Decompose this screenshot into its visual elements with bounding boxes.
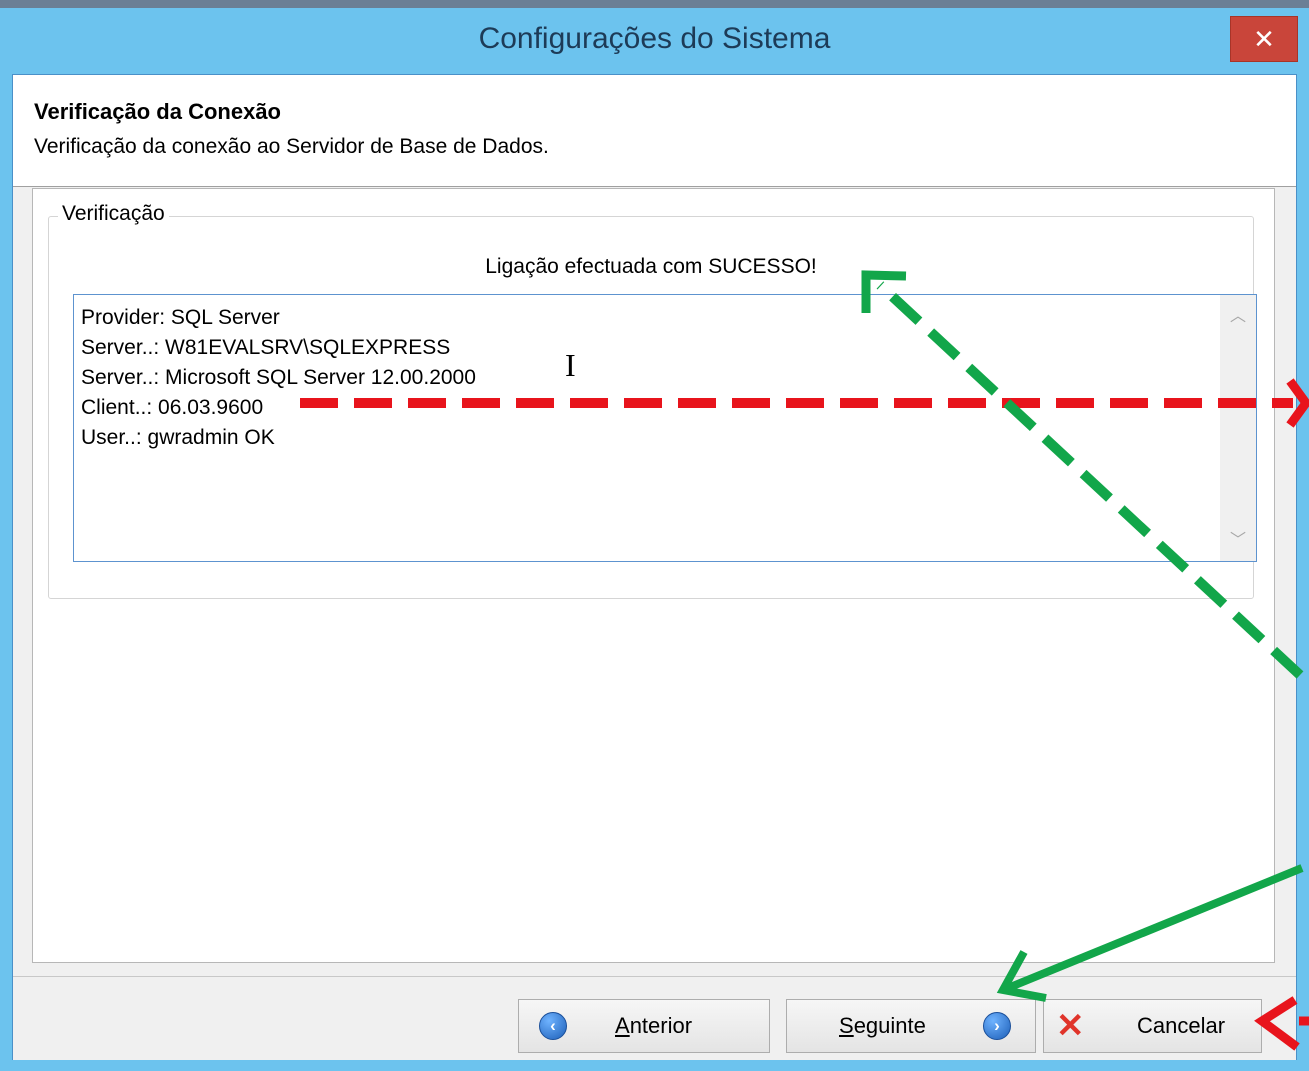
background-strip <box>0 0 1309 8</box>
wizard-body: Verificação Ligação efectuada com SUCESS… <box>32 188 1275 963</box>
previous-button[interactable]: ‹ Anterior <box>518 999 770 1053</box>
scroll-down-arrow-icon[interactable]: ﹀ <box>1220 527 1256 555</box>
arrow-left-circle-icon: ‹ <box>539 1012 567 1040</box>
memo-scrollbar[interactable]: ︿ ﹀ <box>1220 295 1256 561</box>
next-button-label: Seguinte <box>839 1013 926 1039</box>
log-line-client: Client..: 06.03.9600 <box>81 396 264 419</box>
log-line-user: User..: gwradmin OK <box>81 426 275 449</box>
verification-groupbox: Verificação Ligação efectuada com SUCESS… <box>48 202 1257 599</box>
cancel-button-label: Cancelar <box>1137 1013 1226 1038</box>
close-button[interactable]: ✕ <box>1230 16 1298 62</box>
wizard-footer: ‹ Anterior Seguinte › ✕ Cancelar <box>13 976 1296 1060</box>
next-label-rest: eguinte <box>853 1013 926 1038</box>
log-line-server: Server..: W81EVALSRV\SQLEXPRESS <box>81 336 451 359</box>
scroll-up-arrow-icon[interactable]: ︿ <box>1220 303 1256 331</box>
text-ibeam-cursor-icon: I <box>565 347 576 383</box>
previous-label-rest: nterior <box>629 1013 693 1038</box>
connection-log-memo[interactable]: Provider: SQL Server Server..: W81EVALSR… <box>73 294 1257 562</box>
step-subtitle: Verificação da conexão ao Servidor de Ba… <box>34 135 549 158</box>
connection-log-lines: Provider: SQL Server Server..: W81EVALSR… <box>81 303 476 453</box>
dialog-client-area: Verificação da Conexão Verificação da co… <box>12 74 1297 1060</box>
next-button[interactable]: Seguinte › <box>786 999 1036 1053</box>
step-title: Verificação da Conexão <box>34 99 281 124</box>
system-config-window: Configurações do Sistema ✕ Verificação d… <box>0 8 1309 1071</box>
window-title: Configurações do Sistema <box>478 22 831 55</box>
groupbox-legend: Verificação <box>58 202 169 226</box>
wizard-header: Verificação da Conexão Verificação da co… <box>13 75 1296 187</box>
red-x-icon: ✕ <box>1056 1007 1085 1045</box>
connection-status-text: Ligação efectuada com SUCESSO! <box>485 255 817 278</box>
next-accesskey: S <box>839 1013 854 1038</box>
title-bar[interactable]: Configurações do Sistema ✕ <box>0 8 1309 74</box>
cancel-button[interactable]: ✕ Cancelar <box>1043 999 1262 1053</box>
log-line-server-version: Server..: Microsoft SQL Server 12.00.200… <box>81 366 476 389</box>
previous-button-label: Anterior <box>615 1013 692 1039</box>
previous-accesskey: A <box>615 1013 630 1038</box>
arrow-right-circle-icon: › <box>983 1012 1011 1040</box>
log-line-provider: Provider: SQL Server <box>81 306 280 329</box>
close-icon: ✕ <box>1253 24 1275 54</box>
